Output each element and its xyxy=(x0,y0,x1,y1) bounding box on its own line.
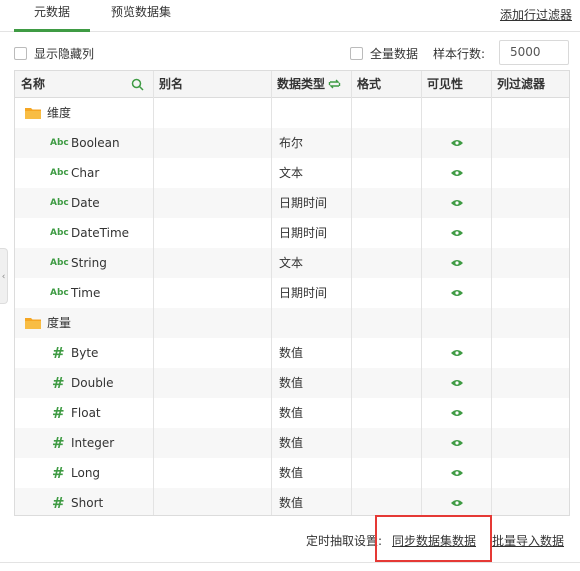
field-name: Char xyxy=(71,166,100,180)
field-name: Date xyxy=(71,196,100,210)
group-row-measure[interactable]: 度量 xyxy=(15,308,569,338)
add-row-filter-link[interactable]: 添加行过滤器 xyxy=(500,6,572,23)
full-data-label: 全量数据 xyxy=(370,47,419,61)
highlight-box xyxy=(375,515,492,562)
abc-icon: Abc xyxy=(50,288,69,298)
refresh-icon[interactable] xyxy=(328,78,341,90)
field-type: 数值 xyxy=(279,406,304,420)
eye-icon[interactable] xyxy=(451,229,463,237)
table-header: 名称 别名 数据类型 格式 可见性 列过滤器 xyxy=(15,71,569,98)
eye-icon[interactable] xyxy=(451,139,463,147)
folder-icon xyxy=(25,318,41,329)
eye-icon[interactable] xyxy=(451,499,463,507)
tab-preview-dataset[interactable]: 预览数据集 xyxy=(111,0,171,32)
table-row[interactable]: # Double 数值 xyxy=(15,368,569,398)
field-name: String xyxy=(71,256,107,270)
eye-icon[interactable] xyxy=(451,289,463,297)
table-row[interactable]: # Integer 数值 xyxy=(15,428,569,458)
field-name: Byte xyxy=(71,346,99,360)
column-divider xyxy=(421,71,422,515)
tab-bar: 元数据 预览数据集 添加行过滤器 xyxy=(0,0,580,32)
field-name: Time xyxy=(71,286,101,300)
table-row[interactable]: Abc Char 文本 xyxy=(15,158,569,188)
abc-icon: Abc xyxy=(50,198,69,208)
field-type: 文本 xyxy=(279,256,304,270)
field-type: 日期时间 xyxy=(279,226,328,240)
field-name: Integer xyxy=(71,436,115,450)
abc-icon: Abc xyxy=(50,228,69,238)
table-row[interactable]: # Float 数值 xyxy=(15,398,569,428)
column-divider xyxy=(271,71,272,515)
field-type: 文本 xyxy=(279,166,304,180)
field-type: 数值 xyxy=(279,436,304,450)
field-name: Short xyxy=(71,496,104,510)
table-row[interactable]: # Byte 数值 xyxy=(15,338,569,368)
field-name: Long xyxy=(71,466,101,480)
batch-import-data-link[interactable]: 批量导入数据 xyxy=(492,532,564,549)
hash-icon: # xyxy=(52,374,65,392)
eye-icon[interactable] xyxy=(451,379,463,387)
column-divider xyxy=(351,71,352,515)
table-row[interactable]: Abc Time 日期时间 xyxy=(15,278,569,308)
table-row[interactable]: # Long 数值 xyxy=(15,458,569,488)
eye-icon[interactable] xyxy=(451,409,463,417)
field-type: 数值 xyxy=(279,496,304,510)
field-type: 数值 xyxy=(279,466,304,480)
column-header-column-filter: 列过滤器 xyxy=(497,77,546,91)
group-label-dimension: 维度 xyxy=(47,106,72,120)
table-row[interactable]: Abc String 文本 xyxy=(15,248,569,278)
hash-icon: # xyxy=(52,344,65,362)
group-row-dimension[interactable]: 维度 xyxy=(15,98,569,128)
metadata-table: 名称 别名 数据类型 格式 可见性 列过滤器 维度 Abc Boolean 布尔… xyxy=(14,70,570,516)
field-type: 日期时间 xyxy=(279,286,328,300)
eye-icon[interactable] xyxy=(451,259,463,267)
hash-icon: # xyxy=(52,404,65,422)
column-divider xyxy=(153,71,154,515)
abc-icon: Abc xyxy=(50,258,69,268)
eye-icon[interactable] xyxy=(451,199,463,207)
schedule-extract-label: 定时抽取设置: xyxy=(306,534,383,548)
folder-icon xyxy=(25,108,41,119)
column-header-alias: 别名 xyxy=(159,77,184,91)
field-type: 数值 xyxy=(279,376,304,390)
show-hidden-columns-checkbox[interactable] xyxy=(14,47,27,60)
eye-icon[interactable] xyxy=(451,169,463,177)
column-header-name-label: 名称 xyxy=(21,77,46,91)
tab-metadata[interactable]: 元数据 xyxy=(34,0,70,32)
sample-rows-input[interactable]: 5000 xyxy=(499,40,569,65)
field-name: DateTime xyxy=(71,226,130,240)
full-data-checkbox[interactable] xyxy=(350,47,363,60)
eye-icon[interactable] xyxy=(451,469,463,477)
table-row[interactable]: Abc DateTime 日期时间 xyxy=(15,218,569,248)
abc-icon: Abc xyxy=(50,138,69,148)
hash-icon: # xyxy=(52,434,65,452)
field-name: Float xyxy=(71,406,101,420)
field-name: Boolean xyxy=(71,136,120,150)
options-bar: 显示隐藏列 全量数据 样本行数: 5000 xyxy=(0,40,580,66)
group-label-measure: 度量 xyxy=(47,316,72,330)
field-name: Double xyxy=(71,376,114,390)
bottom-divider xyxy=(0,562,580,563)
eye-icon[interactable] xyxy=(451,439,463,447)
metadata-panel: 元数据 预览数据集 添加行过滤器 显示隐藏列 全量数据 样本行数: 5000 名… xyxy=(0,0,580,571)
hash-icon: # xyxy=(52,464,65,482)
table-row[interactable]: Abc Date 日期时间 xyxy=(15,188,569,218)
collapse-panel-handle[interactable]: ‹ xyxy=(0,248,8,304)
sample-rows-label: 样本行数: xyxy=(433,47,486,61)
search-icon[interactable] xyxy=(131,78,144,91)
field-type: 布尔 xyxy=(279,136,304,150)
table-row[interactable]: # Short 数值 xyxy=(15,488,569,515)
field-type: 数值 xyxy=(279,346,304,360)
hash-icon: # xyxy=(52,494,65,512)
table-row[interactable]: Abc Boolean 布尔 xyxy=(15,128,569,158)
column-divider xyxy=(491,71,492,515)
column-header-visibility: 可见性 xyxy=(427,77,464,91)
column-header-format: 格式 xyxy=(357,77,382,91)
show-hidden-columns-label: 显示隐藏列 xyxy=(34,47,95,61)
footer-bar: 定时抽取设置: 同步数据集数据 批量导入数据 xyxy=(0,525,580,555)
field-type: 日期时间 xyxy=(279,196,328,210)
eye-icon[interactable] xyxy=(451,349,463,357)
active-tab-indicator xyxy=(14,29,90,32)
abc-icon: Abc xyxy=(50,168,69,178)
